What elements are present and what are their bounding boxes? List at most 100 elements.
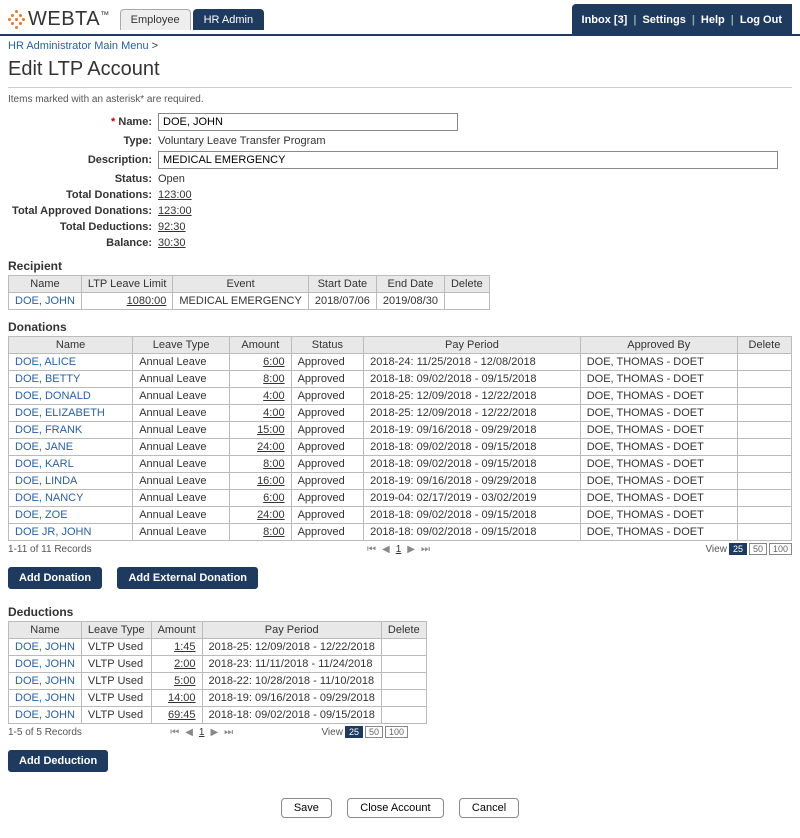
donation-name-link[interactable]: DOE, LINDA <box>15 475 77 487</box>
link-logout[interactable]: Log Out <box>740 14 782 26</box>
cell-delete[interactable] <box>737 371 791 388</box>
add-deduction-button[interactable]: Add Deduction <box>8 750 108 772</box>
col-header: Name <box>9 276 82 293</box>
input-name[interactable] <box>158 113 458 131</box>
cell-status: Approved <box>291 524 364 541</box>
input-description[interactable] <box>158 151 778 169</box>
cell-delete[interactable] <box>737 507 791 524</box>
cell-delete[interactable] <box>737 354 791 371</box>
add-donation-button[interactable]: Add Donation <box>8 567 102 589</box>
cell-delete[interactable] <box>737 490 791 507</box>
cell-limit: 1080:00 <box>127 295 167 307</box>
col-header: LTP Leave Limit <box>81 276 172 293</box>
donation-name-link[interactable]: DOE, FRANK <box>15 424 82 436</box>
donation-name-link[interactable]: DOE, ZOE <box>15 509 68 521</box>
main-tabs: Employee HR Admin <box>120 9 266 30</box>
link-settings[interactable]: Settings <box>642 14 685 26</box>
pager-last-icon[interactable]: ⏭ <box>224 727 233 738</box>
cell-amount: 2:00 <box>174 658 195 670</box>
pager-prev-icon[interactable]: ◀ <box>185 727 193 738</box>
cell-delete[interactable] <box>444 293 489 310</box>
cell-pay-period: 2018-18: 09/02/2018 - 09/15/2018 <box>364 524 581 541</box>
cell-amount: 15:00 <box>257 424 285 436</box>
pager-last-icon[interactable]: ⏭ <box>421 544 430 555</box>
col-header: Event <box>173 276 308 293</box>
cell-delete[interactable] <box>737 456 791 473</box>
donation-name-link[interactable]: DOE, JANE <box>15 441 73 453</box>
cell-delete[interactable] <box>381 690 426 707</box>
cell-delete[interactable] <box>381 673 426 690</box>
table-row: DOE, JOHNVLTP Used1:452018-25: 12/09/201… <box>9 639 427 656</box>
cell-delete[interactable] <box>381 639 426 656</box>
donations-view: View 25 50 100 <box>705 543 792 555</box>
pager-first-icon[interactable]: ⏮ <box>170 727 179 738</box>
tab-employee[interactable]: Employee <box>120 9 191 30</box>
label-total-donations: Total Donations: <box>8 189 158 201</box>
donation-name-link[interactable]: DOE, DONALD <box>15 390 91 402</box>
deduction-name-link[interactable]: DOE, JOHN <box>15 641 75 653</box>
cell-approved-by: DOE, THOMAS - DOET <box>580 524 737 541</box>
view-25[interactable]: 25 <box>345 726 363 738</box>
cell-amount: 69:45 <box>168 709 196 721</box>
pager-next-icon[interactable]: ▶ <box>210 727 218 738</box>
cell-delete[interactable] <box>737 473 791 490</box>
view-25[interactable]: 25 <box>729 543 747 555</box>
donation-name-link[interactable]: DOE, ALICE <box>15 356 76 368</box>
view-100[interactable]: 100 <box>385 726 408 738</box>
link-help[interactable]: Help <box>701 14 725 26</box>
cell-delete[interactable] <box>737 405 791 422</box>
cell-status: Approved <box>291 405 364 422</box>
table-row: DOE, KARLAnnual Leave8:00Approved2018-18… <box>9 456 792 473</box>
deduction-name-link[interactable]: DOE, JOHN <box>15 675 75 687</box>
tab-hr-admin[interactable]: HR Admin <box>193 9 265 30</box>
cell-status: Approved <box>291 422 364 439</box>
cell-delete[interactable] <box>737 388 791 405</box>
donation-name-link[interactable]: DOE, KARL <box>15 458 74 470</box>
cell-pay-period: 2018-19: 09/16/2018 - 09/29/2018 <box>202 690 381 707</box>
cell-delete[interactable] <box>737 439 791 456</box>
cancel-button[interactable]: Cancel <box>459 798 519 818</box>
donations-title: Donations <box>8 320 792 334</box>
deduction-name-link[interactable]: DOE, JOHN <box>15 692 75 704</box>
cell-delete[interactable] <box>737 524 791 541</box>
save-button[interactable]: Save <box>281 798 332 818</box>
pager-first-icon[interactable]: ⏮ <box>367 544 376 555</box>
close-account-button[interactable]: Close Account <box>347 798 443 818</box>
cell-pay-period: 2018-25: 12/09/2018 - 12/22/2018 <box>364 405 581 422</box>
donation-name-link[interactable]: DOE, NANCY <box>15 492 83 504</box>
add-external-donation-button[interactable]: Add External Donation <box>117 567 258 589</box>
cell-delete[interactable] <box>381 707 426 724</box>
col-header: Start Date <box>308 276 376 293</box>
cell-approved-by: DOE, THOMAS - DOET <box>580 371 737 388</box>
donation-name-link[interactable]: DOE, ELIZABETH <box>15 407 105 419</box>
pager-prev-icon[interactable]: ◀ <box>382 544 390 555</box>
cell-status: Approved <box>291 473 364 490</box>
col-header: Status <box>291 337 364 354</box>
cell-pay-period: 2019-04: 02/17/2019 - 03/02/2019 <box>364 490 581 507</box>
cell-approved-by: DOE, THOMAS - DOET <box>580 422 737 439</box>
cell-leave-type: Annual Leave <box>133 371 230 388</box>
pager-next-icon[interactable]: ▶ <box>407 544 415 555</box>
donations-count: 1-11 of 11 Records <box>8 544 92 555</box>
cell-amount: 6:00 <box>263 492 284 504</box>
breadcrumb-link[interactable]: HR Administrator Main Menu <box>8 40 149 52</box>
recipient-name-link[interactable]: DOE, JOHN <box>15 295 75 307</box>
view-50[interactable]: 50 <box>749 543 767 555</box>
donation-name-link[interactable]: DOE JR, JOHN <box>15 526 91 538</box>
pager-current: 1 <box>396 544 402 555</box>
donation-name-link[interactable]: DOE, BETTY <box>15 373 80 385</box>
cell-leave-type: VLTP Used <box>81 690 151 707</box>
cell-delete[interactable] <box>737 422 791 439</box>
cell-amount: 4:00 <box>263 407 284 419</box>
view-100[interactable]: 100 <box>769 543 792 555</box>
deduction-name-link[interactable]: DOE, JOHN <box>15 709 75 721</box>
logo-text: WEBTA™ <box>28 8 110 31</box>
view-50[interactable]: 50 <box>365 726 383 738</box>
deduction-name-link[interactable]: DOE, JOHN <box>15 658 75 670</box>
label-balance: Balance: <box>8 237 158 249</box>
cell-delete[interactable] <box>381 656 426 673</box>
link-inbox[interactable]: Inbox [3] <box>582 14 628 26</box>
cell-leave-type: Annual Leave <box>133 405 230 422</box>
deductions-view: View 25 50 100 <box>321 726 408 738</box>
col-header: Leave Type <box>133 337 230 354</box>
